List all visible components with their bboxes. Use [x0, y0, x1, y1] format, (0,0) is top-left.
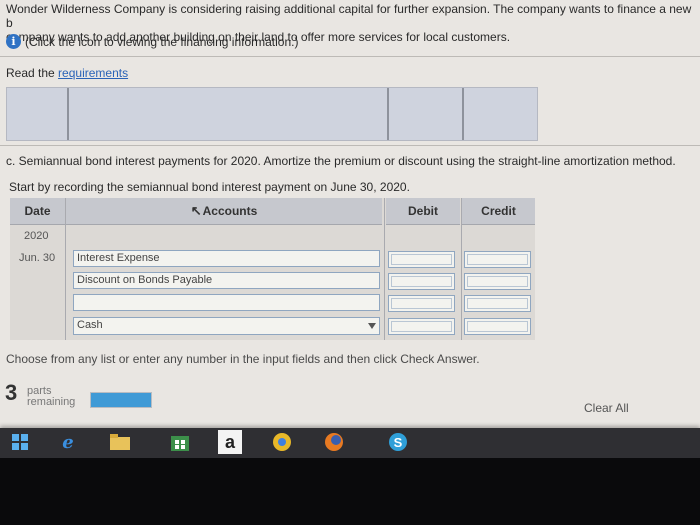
windows-taskbar: e a S — [0, 428, 700, 458]
entry-year: 2020 — [24, 230, 49, 242]
svg-text:S: S — [394, 435, 403, 450]
parts-remaining-count: 3 — [5, 380, 18, 405]
info-icon[interactable]: i — [6, 34, 21, 49]
progress-bar — [90, 392, 152, 408]
account-field-2[interactable]: Discount on Bonds Payable — [73, 272, 380, 289]
answer-instruction: Choose from any list or enter any number… — [6, 352, 480, 366]
store-icon[interactable] — [168, 430, 192, 454]
cursor-icon: ↖ — [190, 203, 202, 218]
column-line — [461, 198, 462, 340]
question-instruction: Start by recording the semiannual bond i… — [9, 180, 410, 194]
credit-input-3[interactable] — [464, 295, 531, 312]
requirements-link[interactable]: requirements — [58, 66, 128, 80]
firefox-icon[interactable] — [322, 430, 346, 454]
date-column-header: Date — [10, 198, 65, 225]
credit-input-4[interactable] — [464, 318, 531, 335]
journal-entry-table: Date ↖ Accounts Debit Credit 2020 Jun. 30… — [10, 198, 535, 340]
column-line — [384, 198, 385, 340]
table-column-line — [462, 88, 464, 140]
account-field-3[interactable] — [73, 294, 380, 311]
financing-info-text[interactable]: (Click the icon to viewing the financing… — [25, 35, 298, 49]
debit-input-4[interactable] — [388, 318, 455, 335]
screen-bezel — [0, 458, 700, 525]
parts-label-2: remaining — [27, 396, 76, 408]
credit-input-1[interactable] — [464, 251, 531, 268]
amazon-icon[interactable]: a — [218, 430, 242, 454]
financing-info-row[interactable]: i (Click the icon to viewing the financi… — [6, 34, 298, 49]
read-requirements-prefix: Read the — [6, 66, 59, 80]
table-column-line — [387, 88, 389, 140]
dropdown-arrow-icon[interactable] — [368, 323, 376, 329]
divider — [0, 145, 700, 146]
divider — [0, 56, 700, 57]
account-dropdown-4[interactable]: Cash — [73, 317, 380, 335]
windows-icon[interactable] — [8, 430, 32, 454]
read-requirements: Read the requirements — [6, 66, 128, 80]
intro-line-1: Wonder Wilderness Company is considering… — [6, 2, 692, 30]
debit-column-header: Debit — [386, 198, 460, 225]
account-field-1[interactable]: Interest Expense — [73, 250, 380, 267]
file-explorer-icon[interactable] — [108, 430, 132, 454]
parts-remaining-label: parts remaining — [27, 386, 75, 408]
edge-icon[interactable]: e — [56, 430, 80, 454]
question-part-c: c. Semiannual bond interest payments for… — [6, 154, 676, 168]
entry-date: Jun. 30 — [19, 252, 56, 264]
skype-icon[interactable]: S — [386, 430, 410, 454]
chrome-icon[interactable] — [270, 430, 294, 454]
accounts-header-label: Accounts — [202, 204, 258, 218]
column-line — [65, 198, 66, 340]
clear-all-button[interactable]: Clear All — [584, 401, 629, 415]
table-column-line — [67, 88, 69, 140]
account-dropdown-value: Cash — [77, 319, 103, 331]
credit-column-header: Credit — [462, 198, 535, 225]
progress-bar-fill — [91, 393, 151, 407]
debit-input-1[interactable] — [388, 251, 455, 268]
debit-input-3[interactable] — [388, 295, 455, 312]
debit-input-2[interactable] — [388, 273, 455, 290]
requirements-table-preview — [6, 87, 538, 141]
accounts-column-header: ↖ Accounts — [66, 198, 382, 225]
credit-input-2[interactable] — [464, 273, 531, 290]
